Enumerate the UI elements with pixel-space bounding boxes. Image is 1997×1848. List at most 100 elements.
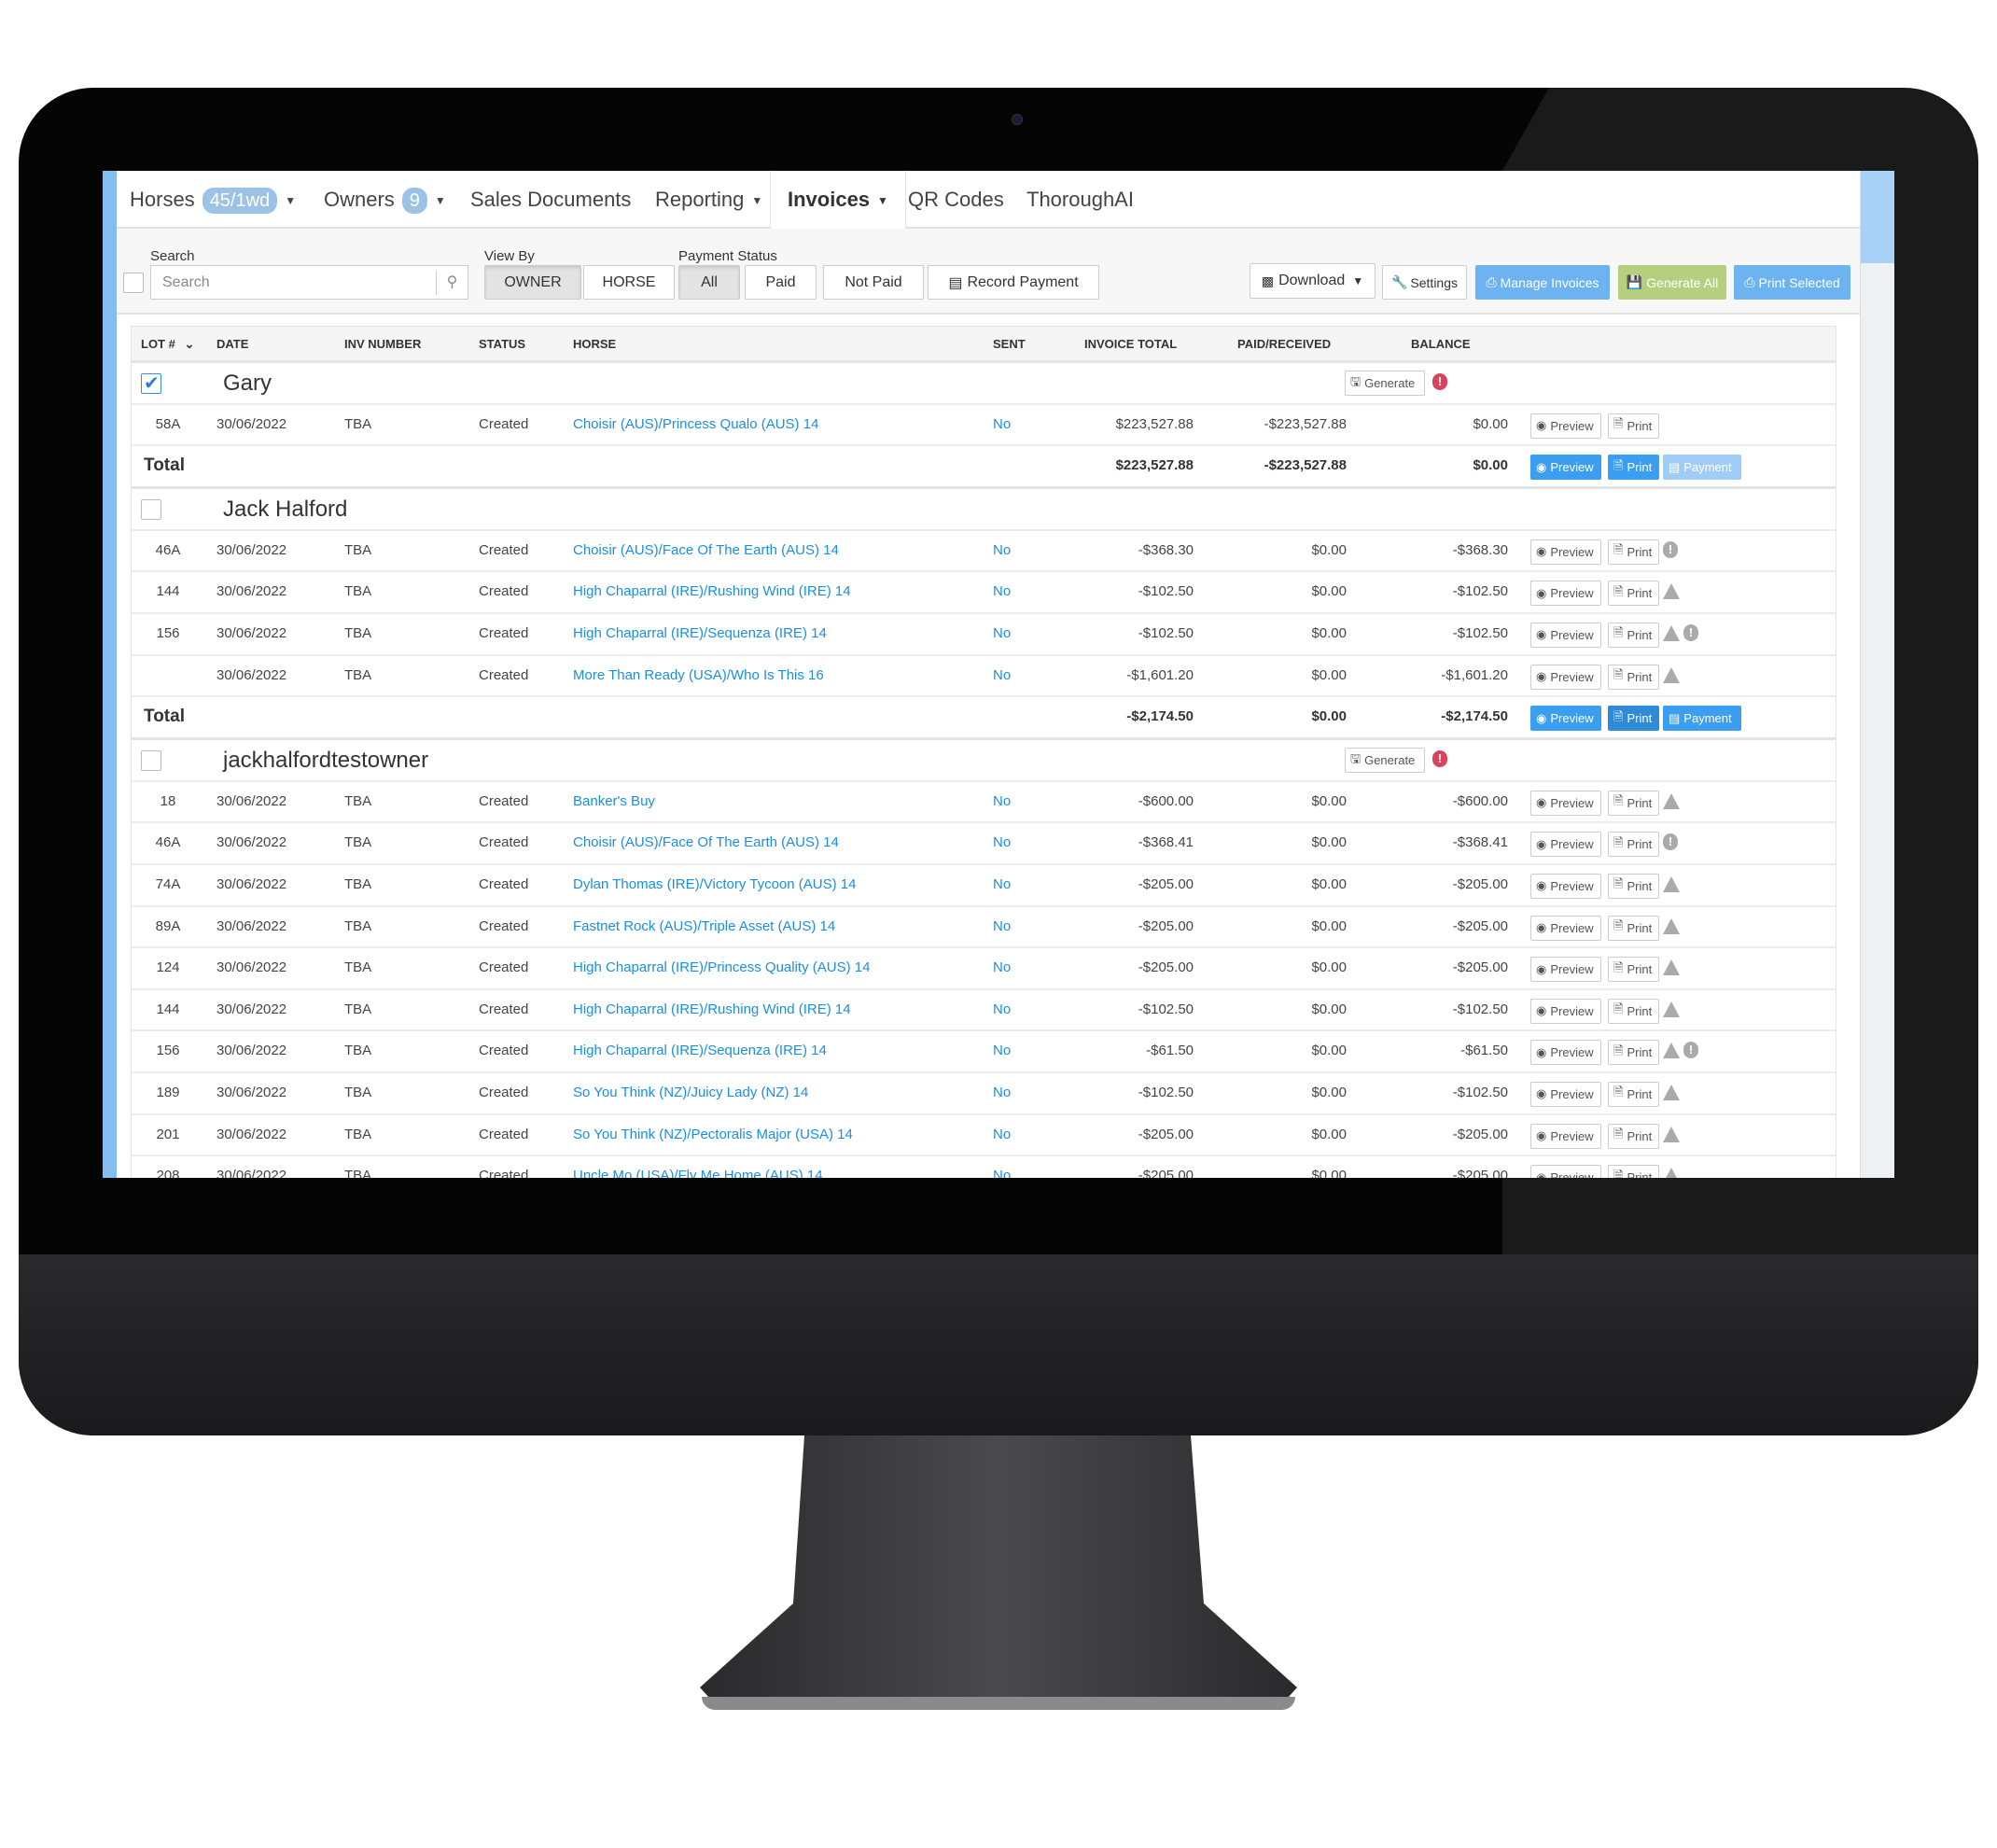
- print-button[interactable]: 🗎 Print: [1608, 622, 1659, 648]
- generate-button[interactable]: 🖫 Generate: [1345, 748, 1425, 774]
- owner-checkbox[interactable]: [141, 750, 161, 772]
- preview-button[interactable]: ◉ Preview: [1530, 873, 1601, 899]
- payment-button[interactable]: ▤ Payment: [1663, 706, 1741, 732]
- status-all-button[interactable]: All: [678, 265, 740, 300]
- preview-button[interactable]: ◉ Preview: [1530, 539, 1601, 565]
- preview-all-button[interactable]: ◉ Preview: [1530, 706, 1601, 732]
- settings-button[interactable]: 🔧 Settings: [1382, 265, 1467, 300]
- preview-button[interactable]: ◉ Preview: [1530, 413, 1601, 439]
- warning-icon[interactable]: [1663, 1001, 1680, 1022]
- print-button[interactable]: 🗎 Print: [1608, 957, 1659, 983]
- horse-link[interactable]: High Chaparral (IRE)/Princess Quality (A…: [573, 948, 870, 987]
- horse-link[interactable]: Dylan Thomas (IRE)/Victory Tycoon (AUS) …: [573, 865, 856, 904]
- sent-link[interactable]: No: [993, 865, 1011, 904]
- preview-all-button[interactable]: ◉ Preview: [1530, 455, 1601, 481]
- sent-link[interactable]: No: [993, 823, 1011, 862]
- warning-icon[interactable]: [1663, 1168, 1680, 1178]
- nav-sales-documents[interactable]: Sales Documents: [470, 171, 631, 229]
- exclamation-circle-icon[interactable]: !: [1663, 831, 1678, 851]
- nav-qr-codes[interactable]: QR Codes: [908, 171, 1004, 229]
- horse-link[interactable]: High Chaparral (IRE)/Sequenza (IRE) 14: [573, 614, 827, 653]
- horse-link[interactable]: Banker's Buy: [573, 782, 655, 821]
- exclamation-circle-icon[interactable]: !: [1663, 539, 1678, 558]
- warning-icon[interactable]: [1663, 666, 1680, 688]
- warning-icon[interactable]: [1663, 917, 1680, 939]
- sent-link[interactable]: No: [993, 948, 1011, 987]
- print-button[interactable]: 🗎 Print: [1608, 915, 1659, 941]
- exclamation-circle-icon[interactable]: !: [1683, 1039, 1698, 1059]
- print-button[interactable]: 🗎 Print: [1608, 581, 1659, 607]
- print-selected-button[interactable]: ⎙ Print Selected: [1734, 265, 1850, 300]
- owner-checkbox[interactable]: ✔: [141, 373, 161, 394]
- sent-link[interactable]: No: [993, 782, 1011, 821]
- print-button[interactable]: 🗎 Print: [1608, 1123, 1659, 1149]
- preview-button[interactable]: ◉ Preview: [1530, 581, 1601, 607]
- horse-link[interactable]: Choisir (AUS)/Face Of The Earth (AUS) 14: [573, 823, 839, 862]
- preview-button[interactable]: ◉ Preview: [1530, 998, 1601, 1024]
- print-button[interactable]: 🗎 Print: [1608, 790, 1659, 816]
- horse-link[interactable]: High Chaparral (IRE)/Rushing Wind (IRE) …: [573, 572, 851, 611]
- preview-button[interactable]: ◉ Preview: [1530, 622, 1601, 648]
- generate-all-button[interactable]: 💾 Generate All: [1618, 265, 1726, 300]
- warning-icon[interactable]: [1663, 1043, 1680, 1063]
- print-button[interactable]: 🗎 Print: [1608, 1040, 1659, 1066]
- generate-button[interactable]: 🖫 Generate: [1345, 371, 1425, 396]
- print-button[interactable]: 🗎 Print: [1608, 832, 1659, 858]
- horse-link[interactable]: Choisir (AUS)/Princess Qualo (AUS) 14: [573, 405, 818, 444]
- nav-owners[interactable]: Owners 9 ▼: [324, 171, 446, 229]
- warning-icon[interactable]: [1663, 1084, 1680, 1105]
- search-icon[interactable]: ⚲: [436, 271, 468, 295]
- manage-invoices-button[interactable]: ⎙ Manage Invoices: [1475, 265, 1610, 300]
- nav-invoices[interactable]: Invoices ▼: [770, 171, 906, 231]
- warning-icon[interactable]: [1663, 1126, 1680, 1147]
- preview-button[interactable]: ◉ Preview: [1530, 664, 1601, 690]
- print-button[interactable]: 🗎 Print: [1608, 873, 1659, 899]
- owner-checkbox[interactable]: [141, 499, 161, 521]
- search-input[interactable]: Search ⚲: [150, 265, 468, 300]
- print-button[interactable]: 🗎 Print: [1608, 998, 1659, 1024]
- record-payment-button[interactable]: ▤ Record Payment: [928, 265, 1099, 300]
- warning-icon[interactable]: [1663, 875, 1680, 897]
- sent-link[interactable]: No: [993, 656, 1011, 695]
- sent-link[interactable]: No: [993, 1115, 1011, 1155]
- download-button[interactable]: ▩ Download ▼: [1250, 263, 1376, 299]
- exclamation-circle-icon[interactable]: !: [1432, 371, 1447, 390]
- horse-link[interactable]: More Than Ready (USA)/Who Is This 16: [573, 656, 824, 695]
- print-button[interactable]: 🗎 Print: [1608, 539, 1659, 565]
- horse-link[interactable]: Uncle Mo (USA)/Fly Me Home (AUS) 14: [573, 1156, 823, 1178]
- warning-icon[interactable]: [1663, 624, 1680, 646]
- right-scrollbar[interactable]: [1860, 171, 1894, 1178]
- sent-link[interactable]: No: [993, 1073, 1011, 1113]
- preview-button[interactable]: ◉ Preview: [1530, 832, 1601, 858]
- sent-link[interactable]: No: [993, 531, 1011, 570]
- scrollbar-thumb[interactable]: [1861, 171, 1894, 263]
- horse-link[interactable]: Fastnet Rock (AUS)/Triple Asset (AUS) 14: [573, 907, 835, 946]
- preview-button[interactable]: ◉ Preview: [1530, 1123, 1601, 1149]
- preview-button[interactable]: ◉ Preview: [1530, 915, 1601, 941]
- nav-horses[interactable]: Horses 45/1wd ▼: [130, 171, 296, 229]
- warning-icon[interactable]: [1663, 959, 1680, 980]
- status-paid-button[interactable]: Paid: [745, 265, 817, 300]
- sent-link[interactable]: No: [993, 907, 1011, 946]
- view-by-horse-button[interactable]: HORSE: [583, 265, 675, 300]
- sent-link[interactable]: No: [993, 405, 1011, 444]
- sent-link[interactable]: No: [993, 614, 1011, 653]
- horse-link[interactable]: So You Think (NZ)/Juicy Lady (NZ) 14: [573, 1073, 808, 1113]
- payment-button[interactable]: ▤ Payment: [1663, 455, 1741, 481]
- preview-button[interactable]: ◉ Preview: [1530, 1040, 1601, 1066]
- nav-thoroughai[interactable]: ThoroughAI: [1026, 171, 1134, 229]
- warning-icon[interactable]: [1663, 792, 1680, 814]
- preview-button[interactable]: ◉ Preview: [1530, 957, 1601, 983]
- horse-link[interactable]: High Chaparral (IRE)/Rushing Wind (IRE) …: [573, 990, 851, 1029]
- status-not-paid-button[interactable]: Not Paid: [823, 265, 924, 300]
- sent-link[interactable]: No: [993, 1031, 1011, 1071]
- exclamation-circle-icon[interactable]: !: [1683, 622, 1698, 641]
- preview-button[interactable]: ◉ Preview: [1530, 1081, 1601, 1107]
- horse-link[interactable]: So You Think (NZ)/Pectoralis Major (USA)…: [573, 1115, 853, 1155]
- nav-reporting[interactable]: Reporting ▼: [655, 171, 762, 229]
- print-button[interactable]: 🗎 Print: [1608, 664, 1659, 690]
- warning-icon[interactable]: [1663, 583, 1680, 604]
- horse-link[interactable]: High Chaparral (IRE)/Sequenza (IRE) 14: [573, 1031, 827, 1071]
- view-by-owner-button[interactable]: OWNER: [484, 265, 581, 300]
- select-all-checkbox[interactable]: [123, 273, 144, 293]
